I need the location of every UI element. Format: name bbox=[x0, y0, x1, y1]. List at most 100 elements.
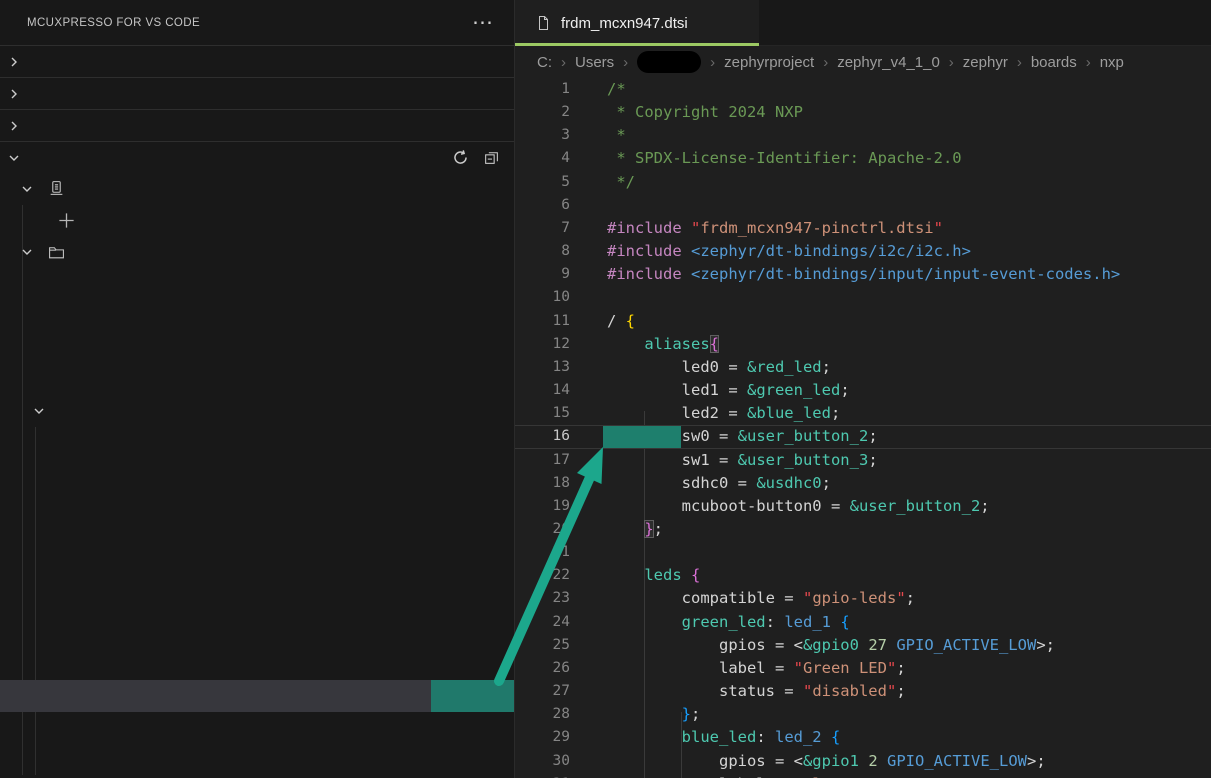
breadcrumb-item-zephyr-v4-1-0[interactable]: zephyr_v4_1_0 bbox=[837, 54, 940, 71]
line-number[interactable]: 22 bbox=[515, 564, 570, 587]
breadcrumb-item-c[interactable]: C: bbox=[537, 54, 552, 71]
code-line-28[interactable]: 28 }; bbox=[515, 703, 1211, 726]
line-number[interactable]: 21 bbox=[515, 541, 570, 564]
tree-item-sdhc0[interactable] bbox=[0, 648, 514, 680]
tree-item-sw1[interactable] bbox=[0, 712, 514, 744]
code-line-6[interactable]: 6 bbox=[515, 194, 1211, 217]
tree-item-pwm-0[interactable] bbox=[0, 553, 514, 585]
section-header-device-tree[interactable] bbox=[0, 141, 514, 173]
section-header-quickstart-panel[interactable] bbox=[0, 45, 514, 77]
breadcrumb-item-zephyr[interactable]: zephyr bbox=[963, 54, 1008, 71]
tree-item-watchdog0[interactable] bbox=[0, 743, 514, 775]
code-text: */ bbox=[607, 173, 635, 191]
code-line-14[interactable]: 14 led1 = &green_led; bbox=[515, 379, 1211, 402]
line-number[interactable]: 24 bbox=[515, 611, 570, 634]
tab-frdm-mcxn947-dtsi[interactable]: frdm_mcxn947.dtsi bbox=[515, 0, 759, 46]
line-number[interactable]: 29 bbox=[515, 726, 570, 749]
line-number[interactable]: 4 bbox=[515, 147, 570, 170]
tree-item-model[interactable] bbox=[0, 363, 514, 395]
code-line-7[interactable]: 7#include "frdm_mcxn947-pinctrl.dtsi" bbox=[515, 217, 1211, 240]
line-number[interactable]: 18 bbox=[515, 472, 570, 495]
code-line-10[interactable]: 10 bbox=[515, 286, 1211, 309]
code-line-26[interactable]: 26 label = "Green LED"; bbox=[515, 657, 1211, 680]
code-line-25[interactable]: 25 gpios = <&gpio0 27 GPIO_ACTIVE_LOW>; bbox=[515, 634, 1211, 657]
code-line-31[interactable]: 31 label = "Blue LED"; bbox=[515, 773, 1211, 778]
line-number[interactable]: 30 bbox=[515, 750, 570, 773]
tree-item-no-overlay-files-detected-click-to-create-one[interactable] bbox=[0, 205, 514, 237]
code-line-4[interactable]: 4 * SPDX-License-Identifier: Apache-2.0 bbox=[515, 147, 1211, 170]
breadcrumb-item-users[interactable]: Users bbox=[575, 54, 614, 71]
line-number[interactable]: 8 bbox=[515, 240, 570, 263]
breadcrumb-item-zephyrproject[interactable]: zephyrproject bbox=[724, 54, 814, 71]
code-line-21[interactable]: 21 bbox=[515, 541, 1211, 564]
line-number[interactable]: 15 bbox=[515, 402, 570, 425]
code-line-19[interactable]: 19 mcuboot-button0 = &user_button_2; bbox=[515, 495, 1211, 518]
line-number[interactable]: 17 bbox=[515, 449, 570, 472]
breadcrumb: C:›Users››zephyrproject›zephyr_v4_1_0›ze… bbox=[515, 46, 1211, 78]
line-number[interactable]: 5 bbox=[515, 171, 570, 194]
code-line-18[interactable]: 18 sdhc0 = &usdhc0; bbox=[515, 472, 1211, 495]
tree-item-pwm-1[interactable] bbox=[0, 585, 514, 617]
line-number[interactable]: 12 bbox=[515, 333, 570, 356]
code-line-16[interactable]: 16 sw0 = &user_button_2; bbox=[515, 425, 1211, 448]
section-header-imported-repositories[interactable] bbox=[0, 77, 514, 109]
line-number[interactable]: 28 bbox=[515, 703, 570, 726]
line-number[interactable]: 26 bbox=[515, 657, 570, 680]
line-number[interactable]: 25 bbox=[515, 634, 570, 657]
code-text: * Copyright 2024 NXP bbox=[607, 103, 803, 121]
tree-item-overlay-files[interactable] bbox=[0, 173, 514, 205]
code-line-2[interactable]: 2 * Copyright 2024 NXP bbox=[515, 101, 1211, 124]
tree-item-mcuboot-button0[interactable] bbox=[0, 522, 514, 554]
code-line-9[interactable]: 9#include <zephyr/dt-bindings/input/inpu… bbox=[515, 263, 1211, 286]
tree-item-compatible[interactable] bbox=[0, 331, 514, 363]
code-line-30[interactable]: 30 gpios = <&gpio1 2 GPIO_ACTIVE_LOW>; bbox=[515, 750, 1211, 773]
code-line-29[interactable]: 29 blue_led: led_2 { bbox=[515, 726, 1211, 749]
line-number[interactable]: 7 bbox=[515, 217, 570, 240]
code-editor[interactable]: 1/*2 * Copyright 2024 NXP3 *4 * SPDX-Lic… bbox=[515, 78, 1211, 778]
code-line-15[interactable]: 15 led2 = &blue_led; bbox=[515, 402, 1211, 425]
line-number[interactable]: 10 bbox=[515, 286, 570, 309]
line-number[interactable]: 16 bbox=[515, 426, 570, 447]
code-line-24[interactable]: 24 green_led: led_1 { bbox=[515, 611, 1211, 634]
tree-item-size-cells[interactable] bbox=[0, 300, 514, 332]
tree-item-led2[interactable] bbox=[0, 490, 514, 522]
line-number[interactable]: 19 bbox=[515, 495, 570, 518]
line-number[interactable]: 20 bbox=[515, 518, 570, 541]
line-number[interactable]: 23 bbox=[515, 587, 570, 610]
tree-item-led0[interactable] bbox=[0, 427, 514, 459]
line-number[interactable]: 3 bbox=[515, 124, 570, 147]
code-line-17[interactable]: 17 sw1 = &user_button_3; bbox=[515, 449, 1211, 472]
code-line-1[interactable]: 1/* bbox=[515, 78, 1211, 101]
section-header-projects[interactable] bbox=[0, 109, 514, 141]
tree-item-sw0[interactable] bbox=[0, 680, 514, 712]
tree-item-button[interactable] bbox=[0, 236, 514, 268]
tree-item-rtc[interactable] bbox=[0, 617, 514, 649]
code-line-8[interactable]: 8#include <zephyr/dt-bindings/i2c/i2c.h> bbox=[515, 240, 1211, 263]
breadcrumb-item-nxp[interactable]: nxp bbox=[1100, 54, 1124, 71]
line-number[interactable]: 14 bbox=[515, 379, 570, 402]
line-number[interactable]: 11 bbox=[515, 310, 570, 333]
tree-item-led1[interactable] bbox=[0, 458, 514, 490]
line-number[interactable]: 13 bbox=[515, 356, 570, 379]
code-line-5[interactable]: 5 */ bbox=[515, 171, 1211, 194]
collapse-all-icon[interactable] bbox=[483, 149, 500, 166]
tree-item-address-cells[interactable] bbox=[0, 268, 514, 300]
code-line-23[interactable]: 23 compatible = "gpio-leds"; bbox=[515, 587, 1211, 610]
line-number[interactable]: 2 bbox=[515, 101, 570, 124]
code-line-11[interactable]: 11/ { bbox=[515, 310, 1211, 333]
line-number[interactable]: 1 bbox=[515, 78, 570, 101]
code-line-12[interactable]: 12 aliases{ bbox=[515, 333, 1211, 356]
code-line-22[interactable]: 22 leds { bbox=[515, 564, 1211, 587]
breadcrumb-item-boards[interactable]: boards bbox=[1031, 54, 1077, 71]
refresh-icon[interactable] bbox=[452, 149, 469, 166]
line-number[interactable]: 6 bbox=[515, 194, 570, 217]
code-line-20[interactable]: 20 }; bbox=[515, 518, 1211, 541]
code-line-3[interactable]: 3 * bbox=[515, 124, 1211, 147]
more-actions-icon[interactable]: ⋯ bbox=[472, 18, 494, 28]
tree-item-aliases[interactable] bbox=[0, 395, 514, 427]
line-number[interactable]: 31 bbox=[515, 773, 570, 778]
line-number[interactable]: 27 bbox=[515, 680, 570, 703]
code-line-27[interactable]: 27 status = "disabled"; bbox=[515, 680, 1211, 703]
line-number[interactable]: 9 bbox=[515, 263, 570, 286]
code-line-13[interactable]: 13 led0 = &red_led; bbox=[515, 356, 1211, 379]
